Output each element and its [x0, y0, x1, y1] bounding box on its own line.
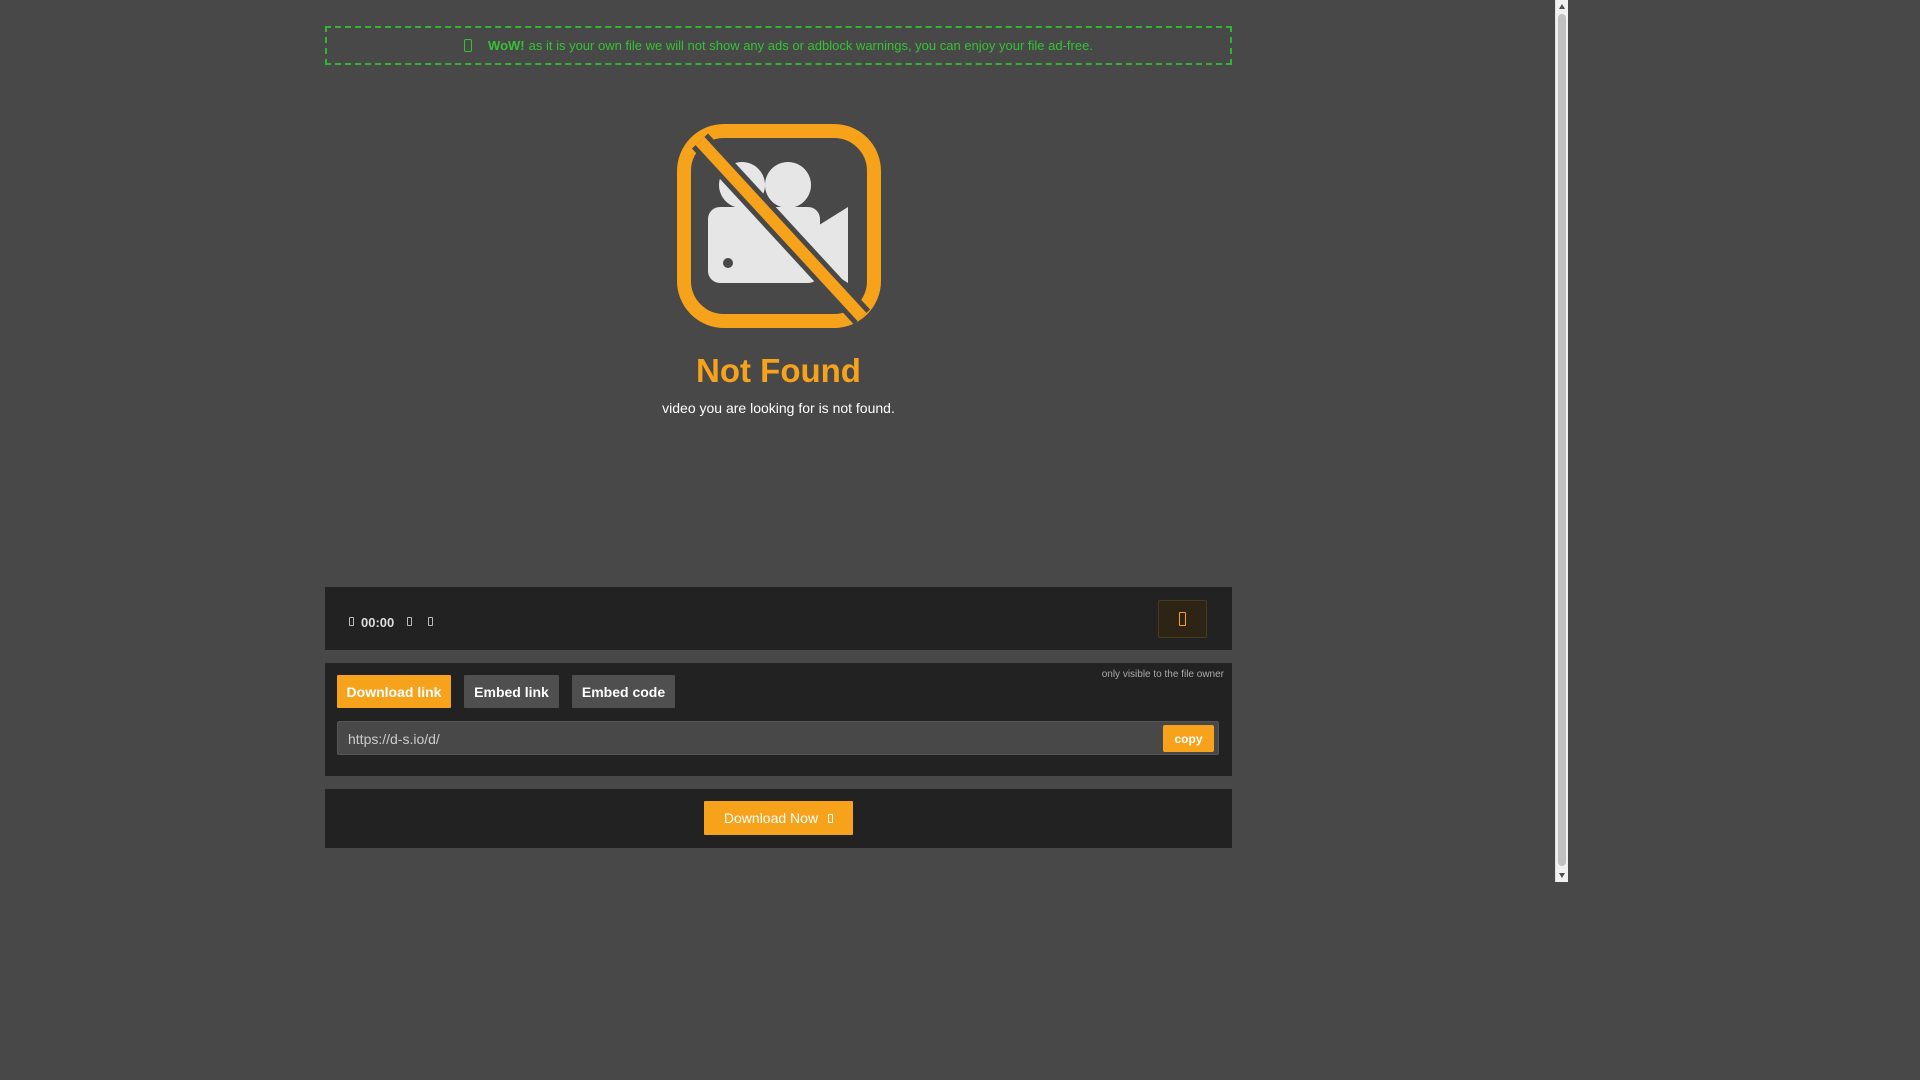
tab-embed-link[interactable]: Embed link	[464, 675, 559, 708]
link-value[interactable]: https://d-s.io/d/	[348, 731, 440, 747]
download-icon	[828, 813, 834, 823]
download-panel: Download Now	[325, 789, 1232, 848]
scroll-down-arrow-icon[interactable]	[1559, 873, 1565, 878]
not-found-title: Not Found	[696, 352, 861, 389]
settings-button[interactable]	[1158, 600, 1207, 638]
download-now-label: Download Now	[723, 810, 819, 826]
not-found-message: video you are looking for is not found.	[662, 400, 895, 416]
time-display: 00:00	[361, 615, 395, 630]
clock-icon	[349, 617, 354, 626]
settings-icon	[1179, 612, 1186, 626]
owner-visibility-note: only visible to the file owner	[1101, 669, 1224, 680]
owner-notice-banner: WoW! as it is your own file we will not …	[325, 26, 1232, 65]
tab-download-link[interactable]: Download link	[337, 675, 451, 708]
link-field[interactable]: https://d-s.io/d/ copy	[337, 721, 1219, 755]
video-player[interactable]: Not Found video you are looking for is n…	[325, 80, 1232, 587]
check-square-icon	[464, 39, 473, 52]
vertical-scrollbar[interactable]	[1555, 0, 1568, 882]
fullscreen-icon[interactable]	[428, 617, 433, 626]
notice-highlight: WoW!	[488, 38, 525, 53]
tab-embed-code[interactable]: Embed code	[572, 675, 675, 708]
player-controls: 00:00	[325, 587, 1232, 650]
scrollbar-thumb[interactable]	[1558, 14, 1566, 866]
no-video-camera-icon	[677, 124, 881, 328]
share-panel: only visible to the file owner Download …	[325, 663, 1232, 776]
download-now-button[interactable]: Download Now	[704, 801, 853, 835]
scroll-up-arrow-icon[interactable]	[1559, 4, 1565, 9]
volume-icon[interactable]	[407, 617, 412, 626]
copy-button[interactable]: copy	[1163, 725, 1214, 752]
notice-text: as it is your own file we will not show …	[528, 38, 1093, 53]
